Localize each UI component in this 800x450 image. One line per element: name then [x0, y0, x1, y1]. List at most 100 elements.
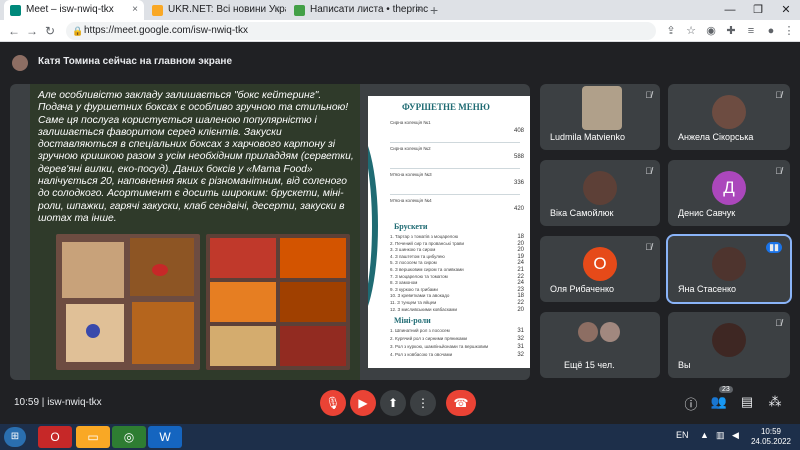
- mic-off-icon: 🎙̸: [775, 166, 782, 176]
- extension-icon[interactable]: ◉: [704, 24, 718, 38]
- url-text: https://meet.google.com/isw-nwiq-tkx: [84, 25, 248, 36]
- menu-item-name: 4. З паштетом та цибулею: [390, 253, 445, 259]
- info-icon[interactable]: ⓘ: [682, 394, 700, 413]
- new-tab-button[interactable]: +: [430, 0, 438, 20]
- tab-mail[interactable]: Написати листа • theprincess@ ×: [288, 0, 428, 20]
- participant-photo: [600, 322, 620, 342]
- folder-icon[interactable]: ▭: [76, 426, 110, 448]
- system-clock[interactable]: 10:59 24.05.2022: [748, 427, 794, 447]
- participant-name: Оля Рибаченко: [550, 284, 615, 294]
- menu-item-row: 2. Курячий рол з сирними пряниками 32: [390, 336, 524, 342]
- menu-item-row: 12. З мисливськими ковбасками 20: [390, 307, 524, 313]
- close-tab-icon[interactable]: ×: [274, 0, 280, 20]
- reload-icon[interactable]: ↻: [42, 23, 58, 39]
- volume-icon[interactable]: ◀: [732, 430, 739, 441]
- participant-photo: [582, 86, 622, 130]
- meeting-time-code: 10:59 | isw-nwiq-tkx: [14, 397, 102, 408]
- menu-card: ФУРШЕТНЕ МЕНЮ Сирна колекція №1 408 Сирна…: [368, 96, 530, 368]
- puzzle-icon[interactable]: ✚: [724, 24, 738, 38]
- menu-item-row: 2. Печений сир та прованські трави 20: [390, 240, 524, 247]
- participant-name: Віка Самойлюк: [550, 208, 614, 218]
- mic-off-icon: 🎙̸: [645, 242, 652, 252]
- menu-section-title: Міні-роли: [394, 316, 431, 325]
- more-participants-tile[interactable]: Ещё 15 чел.: [540, 312, 660, 378]
- maximize-button[interactable]: ❐: [744, 0, 772, 20]
- menu-item-row: 4. З паштетом та цибулею 19: [390, 253, 524, 260]
- forward-icon[interactable]: →: [24, 23, 40, 39]
- presenting-banner: Катя Томина сейчас на главном экране: [0, 50, 800, 76]
- menu-item-row: 4. Рол з ковбасою та овочами 32: [390, 352, 524, 358]
- participant-tile[interactable]: О 🎙̸ Оля Рибаченко: [540, 236, 660, 302]
- menu-item-price: 20: [517, 240, 524, 247]
- menu-item-row: 3. З шинкою та сиром 20: [390, 247, 524, 253]
- menu-title: ФУРШЕТНЕ МЕНЮ: [402, 102, 490, 112]
- participant-tile[interactable]: 🎙̸ Анжела Сікорська: [668, 84, 790, 150]
- menu-item-name: 3. Рол з куркою, шампіньйонами та вершко…: [390, 344, 489, 349]
- tab-ukrnet[interactable]: UKR.NET: Всі новини України, о ×: [146, 0, 286, 20]
- menu-item-price: 32: [517, 336, 524, 342]
- participant-letter-avatar: О: [583, 247, 617, 281]
- participant-name: Денис Савчук: [678, 208, 736, 218]
- tab-title: Написати листа • theprincess@: [310, 4, 428, 15]
- media-icon[interactable]: ≡: [744, 24, 758, 38]
- participant-tile-speaking[interactable]: ▮▮ Яна Стасенко: [666, 234, 792, 304]
- menu-item-name: 2. Печений сир та прованські трави: [390, 240, 465, 246]
- menu-item-name: 1. Тартар з томатів з моцарелою: [390, 234, 459, 239]
- close-tab-icon[interactable]: ×: [132, 0, 138, 20]
- mic-off-icon[interactable]: 🎙: [320, 390, 346, 416]
- food-box-photo-2: [206, 234, 350, 370]
- back-icon[interactable]: ←: [6, 23, 22, 39]
- word-icon[interactable]: W: [148, 426, 182, 448]
- menu-item-price: 32: [517, 352, 524, 358]
- self-tile[interactable]: 🎙̸ Вы: [668, 312, 790, 378]
- start-button[interactable]: ⊞: [4, 427, 26, 447]
- mail-icon: [294, 5, 305, 16]
- participant-photo: [712, 323, 746, 357]
- menu-divider: [390, 194, 520, 195]
- participant-name: Вы: [678, 360, 691, 370]
- tab-meet[interactable]: Meet – isw-nwiq-tkx ×: [4, 0, 144, 20]
- menu-item-price: 31: [517, 344, 524, 350]
- hangup-icon[interactable]: ☎: [446, 390, 476, 416]
- chat-icon[interactable]: ▤: [738, 394, 756, 410]
- tray-arrow-icon[interactable]: ▲: [700, 430, 709, 440]
- chrome-icon[interactable]: ◎: [112, 426, 146, 448]
- menu-icon[interactable]: ⋮: [782, 24, 796, 38]
- presenting-text: Катя Томина сейчас на главном экране: [38, 56, 233, 67]
- menu-set-row: М'ясна колекція №3 336: [390, 172, 524, 186]
- participant-tile[interactable]: Д 🎙̸ Денис Савчук: [668, 160, 790, 226]
- menu-set-row: Сирна колекція №1 408: [390, 120, 524, 134]
- people-icon[interactable]: 👥: [710, 394, 728, 410]
- menu-decoration: [368, 126, 378, 326]
- opera-icon[interactable]: O: [38, 426, 72, 448]
- close-tab-icon[interactable]: ×: [416, 0, 422, 20]
- menu-item-row: 7. З моцарелою та томатом 22: [390, 274, 524, 280]
- menu-item-name: 5. З лососем та сиром: [390, 260, 437, 266]
- menu-item-row: 11. З тунцем та яйцем 22: [390, 300, 524, 306]
- address-bar: ← → ↻ 🔒 https://meet.google.com/isw-nwiq…: [0, 20, 800, 42]
- taskbar: ⊞ O ▭ ◎ W EN ▲ ▥ ◀ 10:59 24.05.2022: [0, 424, 800, 450]
- camera-off-icon[interactable]: ▶: [350, 390, 376, 416]
- menu-item-row: 9. З куркою та грибами 23: [390, 286, 524, 293]
- participant-tile[interactable]: 🎙̸ Віка Самойлюк: [540, 160, 660, 226]
- menu-item-price: 23: [517, 286, 524, 293]
- activities-icon[interactable]: ⁂: [766, 394, 784, 410]
- bookmark-star-icon[interactable]: ☆: [684, 24, 698, 38]
- present-icon[interactable]: ⬆: [380, 390, 406, 416]
- participant-tile[interactable]: 🎙̸ Ludmila Matvienko: [540, 84, 660, 150]
- url-field[interactable]: 🔒 https://meet.google.com/isw-nwiq-tkx: [66, 22, 656, 40]
- profile-icon[interactable]: ●: [764, 24, 778, 38]
- language-indicator[interactable]: EN: [676, 430, 689, 440]
- menu-item-price: 31: [517, 328, 524, 334]
- menu-item-price: 24: [517, 280, 524, 287]
- network-icon[interactable]: ▥: [716, 430, 725, 441]
- share-icon[interactable]: ⇪: [664, 24, 678, 38]
- menu-item-name: 2. Курячий рол з сирними пряниками: [390, 336, 468, 341]
- minimize-button[interactable]: —: [716, 0, 744, 20]
- menu-item-row: 1. Шпинатний рол з лососем 31: [390, 328, 524, 334]
- more-icon[interactable]: ⋮: [410, 390, 436, 416]
- menu-item-row: 10. З креветками та авокадо 18: [390, 293, 524, 299]
- close-window-button[interactable]: ✕: [772, 0, 800, 20]
- menu-item-name: 3. З шинкою та сиром: [390, 247, 436, 253]
- menu-item-price: 21: [517, 267, 524, 273]
